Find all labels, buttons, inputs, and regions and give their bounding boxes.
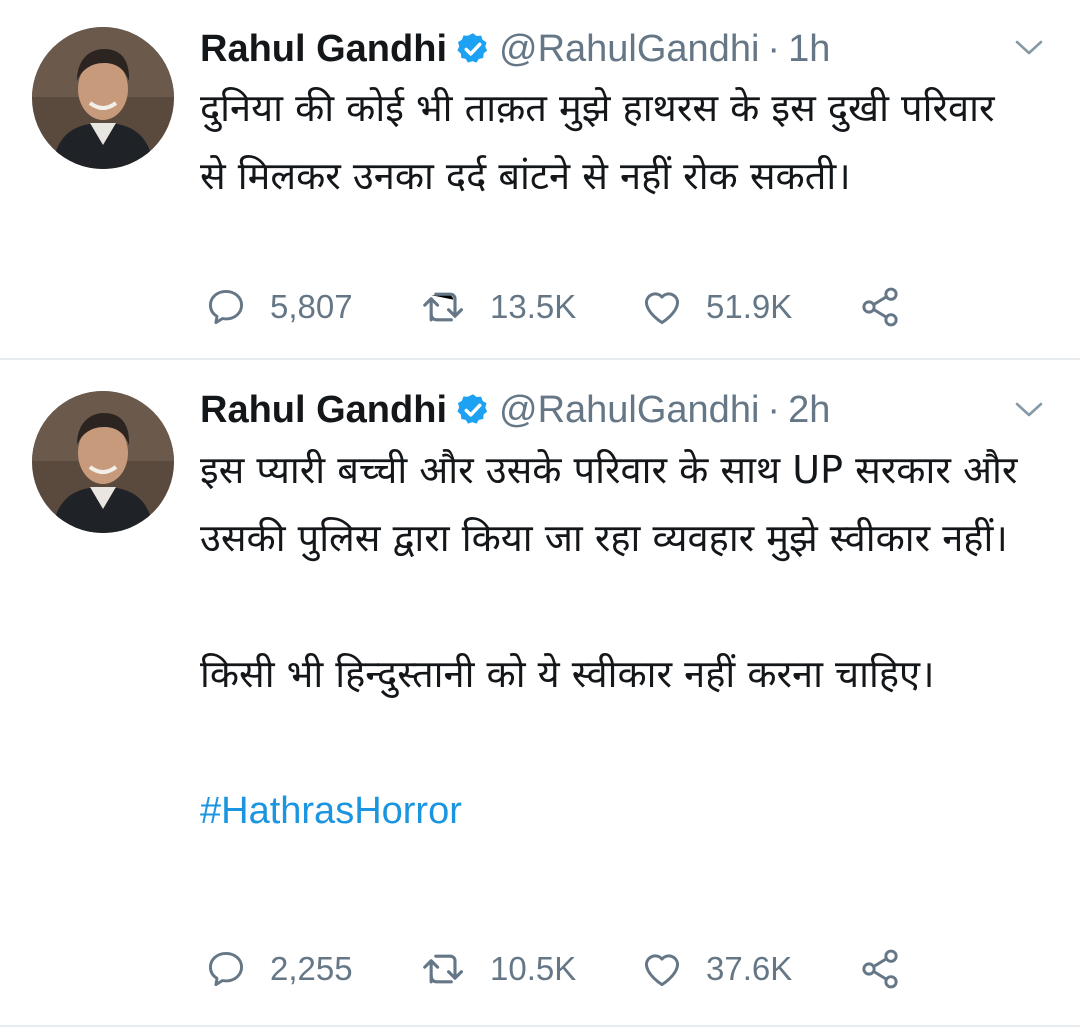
tweet[interactable]: Rahul Gandhi @RahulGandhi · 2h इस प्यारी… xyxy=(0,360,1080,1027)
timestamp[interactable]: 2h xyxy=(788,389,830,432)
reply-count: 5,807 xyxy=(270,288,353,325)
avatar[interactable] xyxy=(32,391,174,533)
like-button[interactable]: 37.6K xyxy=(640,947,792,991)
retweet-button[interactable]: 10.5K xyxy=(420,947,576,991)
author-name[interactable]: Rahul Gandhi xyxy=(200,389,447,432)
like-count: 37.6K xyxy=(706,950,793,987)
heart-icon xyxy=(644,292,680,325)
tweet-header: Rahul Gandhi @RahulGandhi · 1h xyxy=(200,24,990,74)
retweet-count: 10.5K xyxy=(490,950,577,987)
author-handle[interactable]: @RahulGandhi xyxy=(499,28,759,71)
chevron-down-icon[interactable] xyxy=(1014,32,1044,62)
share-icon xyxy=(862,287,898,327)
reply-button[interactable]: 5,807 xyxy=(204,285,353,329)
tweet-paragraph: किसी भी हिन्दुस्तानी को ये स्वीकार नहीं … xyxy=(200,652,935,696)
tweet-paragraph: दुनिया की कोई भी ताक़त मुझे हाथरस के इस … xyxy=(200,86,995,198)
like-count: 51.9K xyxy=(706,288,793,325)
reply-icon xyxy=(208,289,244,325)
avatar-image xyxy=(32,391,174,533)
author-handle[interactable]: @RahulGandhi xyxy=(499,389,759,432)
reply-icon xyxy=(208,951,244,987)
reply-button[interactable]: 2,255 xyxy=(204,947,353,991)
heart-icon xyxy=(644,954,680,987)
reply-count: 2,255 xyxy=(270,950,353,987)
retweet-icon xyxy=(423,954,463,984)
verified-badge-icon xyxy=(455,31,491,67)
tweet-text: दुनिया की कोई भी ताक़त मुझे हाथरस के इस … xyxy=(200,74,1030,210)
like-button[interactable]: 51.9K xyxy=(640,285,792,329)
share-button[interactable] xyxy=(858,285,902,329)
retweet-icon xyxy=(423,292,463,322)
retweet-count: 13.5K xyxy=(490,288,577,325)
tweet-paragraph: इस प्यारी बच्ची और उसके परिवार के साथ UP… xyxy=(200,448,1018,560)
separator-dot: · xyxy=(767,27,781,70)
timestamp[interactable]: 1h xyxy=(788,28,830,71)
avatar-image xyxy=(32,27,174,169)
author-name[interactable]: Rahul Gandhi xyxy=(200,28,447,71)
avatar[interactable] xyxy=(32,27,174,169)
tweet[interactable]: Rahul Gandhi @RahulGandhi · 1h दुनिया की… xyxy=(0,0,1080,360)
share-button[interactable] xyxy=(858,947,902,991)
retweet-button[interactable]: 13.5K xyxy=(420,285,576,329)
share-icon xyxy=(862,949,898,989)
hashtag-link[interactable]: #HathrasHorror xyxy=(200,790,462,832)
separator-dot: · xyxy=(767,388,781,431)
verified-badge-icon xyxy=(455,392,491,428)
chevron-down-icon[interactable] xyxy=(1014,394,1044,424)
tweet-text: इस प्यारी बच्ची और उसके परिवार के साथ UP… xyxy=(200,436,1030,845)
tweet-header: Rahul Gandhi @RahulGandhi · 2h xyxy=(200,385,990,435)
